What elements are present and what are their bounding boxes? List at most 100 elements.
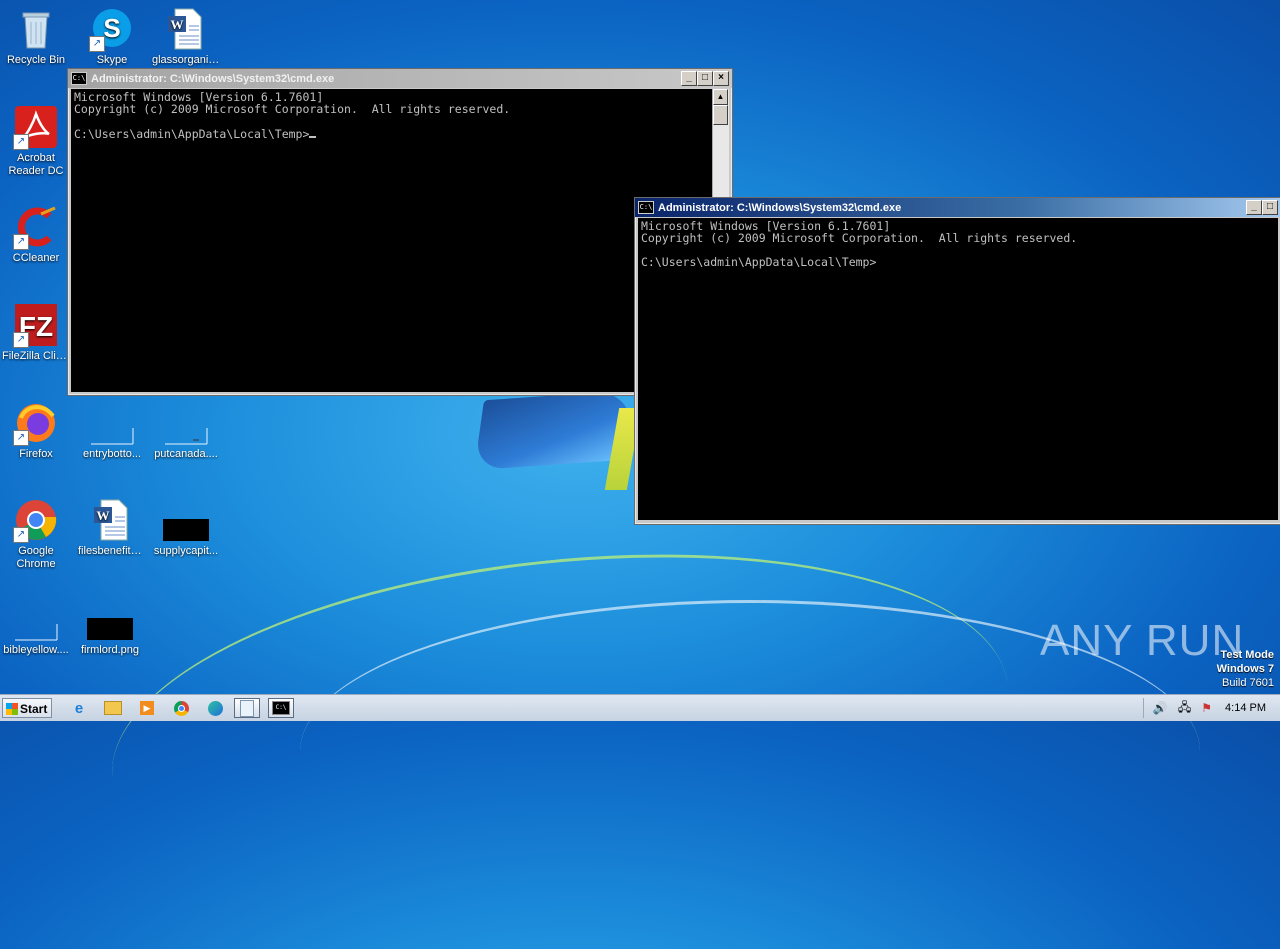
- window-title: Administrator: C:\Windows\System32\cmd.e…: [91, 72, 335, 85]
- taskbar-internet-explorer[interactable]: e: [66, 698, 92, 718]
- desktop-icon-bibleyellow[interactable]: bibleyellow....: [0, 596, 72, 657]
- text-cursor: [309, 127, 317, 138]
- ccleaner-icon: ↗: [13, 204, 59, 250]
- shortcut-arrow-icon: ↗: [13, 134, 29, 150]
- watermark-brand: ANY RUN: [1040, 616, 1245, 665]
- desktop-icon-label: Skype: [96, 54, 128, 66]
- desktop-icon-supplycapit[interactable]: supplycapit...: [150, 497, 222, 558]
- desktop-icon-skype[interactable]: S ↗ Skype: [76, 6, 148, 67]
- cmd-window-front[interactable]: C:\ Administrator: C:\Windows\System32\c…: [634, 197, 1280, 525]
- windows-version-line: Windows 7: [1216, 663, 1274, 675]
- volume-icon[interactable]: 🔊: [1153, 701, 1168, 715]
- chrome-icon: [173, 700, 189, 716]
- desktop-icon-label: bibleyellow....: [3, 644, 69, 656]
- console-output[interactable]: Microsoft Windows [Version 6.1.7601] Copy…: [71, 89, 712, 392]
- desktop-icon-acrobat[interactable]: ↗ Acrobat Reader DC: [0, 104, 72, 178]
- desktop-icon-entrybotto[interactable]: entrybotto...: [76, 400, 148, 461]
- window-title: Administrator: C:\Windows\System32\cmd.e…: [658, 201, 902, 214]
- window-titlebar[interactable]: C:\ Administrator: C:\Windows\System32\c…: [635, 198, 1280, 217]
- taskbar-explorer[interactable]: [100, 698, 126, 718]
- desktop-icon-recycle-bin[interactable]: Recycle Bin: [0, 6, 72, 67]
- svg-text:W: W: [97, 508, 110, 523]
- svg-text:W: W: [171, 17, 184, 32]
- chrome-icon: ↗: [13, 497, 59, 543]
- close-button[interactable]: ×: [713, 71, 729, 86]
- taskbar-chrome[interactable]: [168, 698, 194, 718]
- shortcut-arrow-icon: ↗: [89, 36, 105, 52]
- desktop-icon-firmlord[interactable]: firmlord.png: [74, 596, 146, 657]
- minimize-button[interactable]: _: [681, 71, 697, 86]
- window-controls: _ □: [1246, 200, 1278, 215]
- taskbar-notepad[interactable]: [234, 698, 260, 718]
- skype-icon: S ↗: [89, 6, 135, 52]
- taskbar-edge[interactable]: [202, 698, 228, 718]
- desktop-icon-firefox[interactable]: ↗ Firefox: [0, 400, 72, 461]
- console-prompt-line: C:\Users\admin\AppData\Local\Temp>: [74, 127, 709, 140]
- anyrun-watermark: ANY RUN: [1040, 616, 1244, 666]
- minimize-button[interactable]: _: [1246, 200, 1262, 215]
- test-mode-line: Test Mode: [1220, 649, 1274, 661]
- desktop-icon-label: glassorganiz...: [152, 54, 222, 66]
- network-icon[interactable]: 🖧: [1178, 698, 1191, 719]
- console-line: Copyright (c) 2009 Microsoft Corporation…: [74, 102, 511, 116]
- desktop-icon-ccleaner[interactable]: ↗ CCleaner: [0, 204, 72, 265]
- shortcut-arrow-icon: ↗: [13, 527, 29, 543]
- desktop-icon-glassorganiz[interactable]: W glassorganiz...: [150, 6, 222, 67]
- media-player-icon: ▶: [140, 701, 154, 715]
- blank-file-icon: [89, 400, 135, 446]
- taskbar-clock[interactable]: 4:14 PM: [1217, 702, 1280, 714]
- notepad-icon: [240, 699, 254, 717]
- cmd-icon: C:\: [272, 701, 290, 715]
- word-document-icon: W: [89, 497, 135, 543]
- tray-separator: [1142, 698, 1144, 718]
- scroll-up-button[interactable]: ▲: [713, 89, 728, 105]
- cmd-icon: C:\: [638, 201, 654, 214]
- start-label: Start: [20, 702, 48, 716]
- desktop-icon-label: putcanada....: [154, 448, 218, 460]
- system-tray: 🔊 🖧 ⚑ 4:14 PM: [1139, 695, 1280, 721]
- recycle-bin-icon: [13, 6, 59, 52]
- desktop-icon-chrome[interactable]: ↗ Google Chrome: [0, 497, 72, 571]
- cmd-icon: C:\: [71, 72, 87, 85]
- console-prompt: C:\Users\admin\AppData\Local\Temp>: [641, 255, 877, 269]
- desktop-icon-label: entrybotto...: [82, 448, 142, 460]
- desktop-icon-label: firmlord.png: [80, 644, 140, 656]
- taskbar-cmd[interactable]: C:\: [268, 698, 294, 718]
- scroll-thumb[interactable]: [713, 105, 728, 125]
- action-center-flag-icon[interactable]: ⚑: [1201, 701, 1212, 715]
- desktop-icon-filesbenefits[interactable]: W filesbenefits....: [76, 497, 148, 558]
- maximize-button[interactable]: □: [697, 71, 713, 86]
- test-mode-label: Test Mode Windows 7 Build 7601: [1217, 648, 1274, 690]
- blank-file-icon: [163, 400, 209, 446]
- desktop-icon-label: filesbenefits....: [78, 545, 148, 557]
- build-line: Build 7601: [1222, 677, 1274, 689]
- taskbar: Start e ▶ C:\ 🔊 🖧 ⚑ 4:14 PM: [0, 694, 1280, 721]
- black-image-icon: [87, 596, 133, 642]
- maximize-button[interactable]: □: [1262, 200, 1278, 215]
- desktop-icon-label: Firefox: [19, 448, 53, 460]
- console-prompt: C:\Users\admin\AppData\Local\Temp>: [74, 127, 310, 141]
- blank-file-icon: [13, 596, 59, 642]
- desktop-icon-label: FileZilla Client: [2, 350, 72, 362]
- windows-flag-icon: [6, 703, 18, 715]
- desktop-icon-filezilla[interactable]: FZ ↗ FileZilla Client: [0, 302, 72, 363]
- edge-icon: [207, 700, 223, 716]
- black-image-icon: [163, 497, 209, 543]
- shortcut-arrow-icon: ↗: [13, 332, 29, 348]
- internet-explorer-icon: e: [74, 699, 84, 717]
- window-controls: _ □ ×: [681, 71, 729, 86]
- console-output[interactable]: Microsoft Windows [Version 6.1.7601] Copy…: [638, 218, 1278, 520]
- acrobat-icon: ↗: [13, 104, 59, 150]
- window-titlebar[interactable]: C:\ Administrator: C:\Windows\System32\c…: [68, 69, 732, 88]
- start-button[interactable]: Start: [2, 698, 52, 718]
- word-document-icon: W: [163, 6, 209, 52]
- shortcut-arrow-icon: ↗: [13, 430, 29, 446]
- desktop-icon-label: supplycapit...: [153, 545, 219, 557]
- firefox-icon: ↗: [13, 400, 59, 446]
- desktop-icon-label: Google Chrome: [16, 545, 56, 570]
- desktop-icon-label: Acrobat Reader DC: [8, 152, 64, 177]
- desktop-icon-putcanada[interactable]: putcanada....: [150, 400, 222, 461]
- taskbar-media-player[interactable]: ▶: [134, 698, 160, 718]
- desktop-icon-label: Recycle Bin: [6, 54, 66, 66]
